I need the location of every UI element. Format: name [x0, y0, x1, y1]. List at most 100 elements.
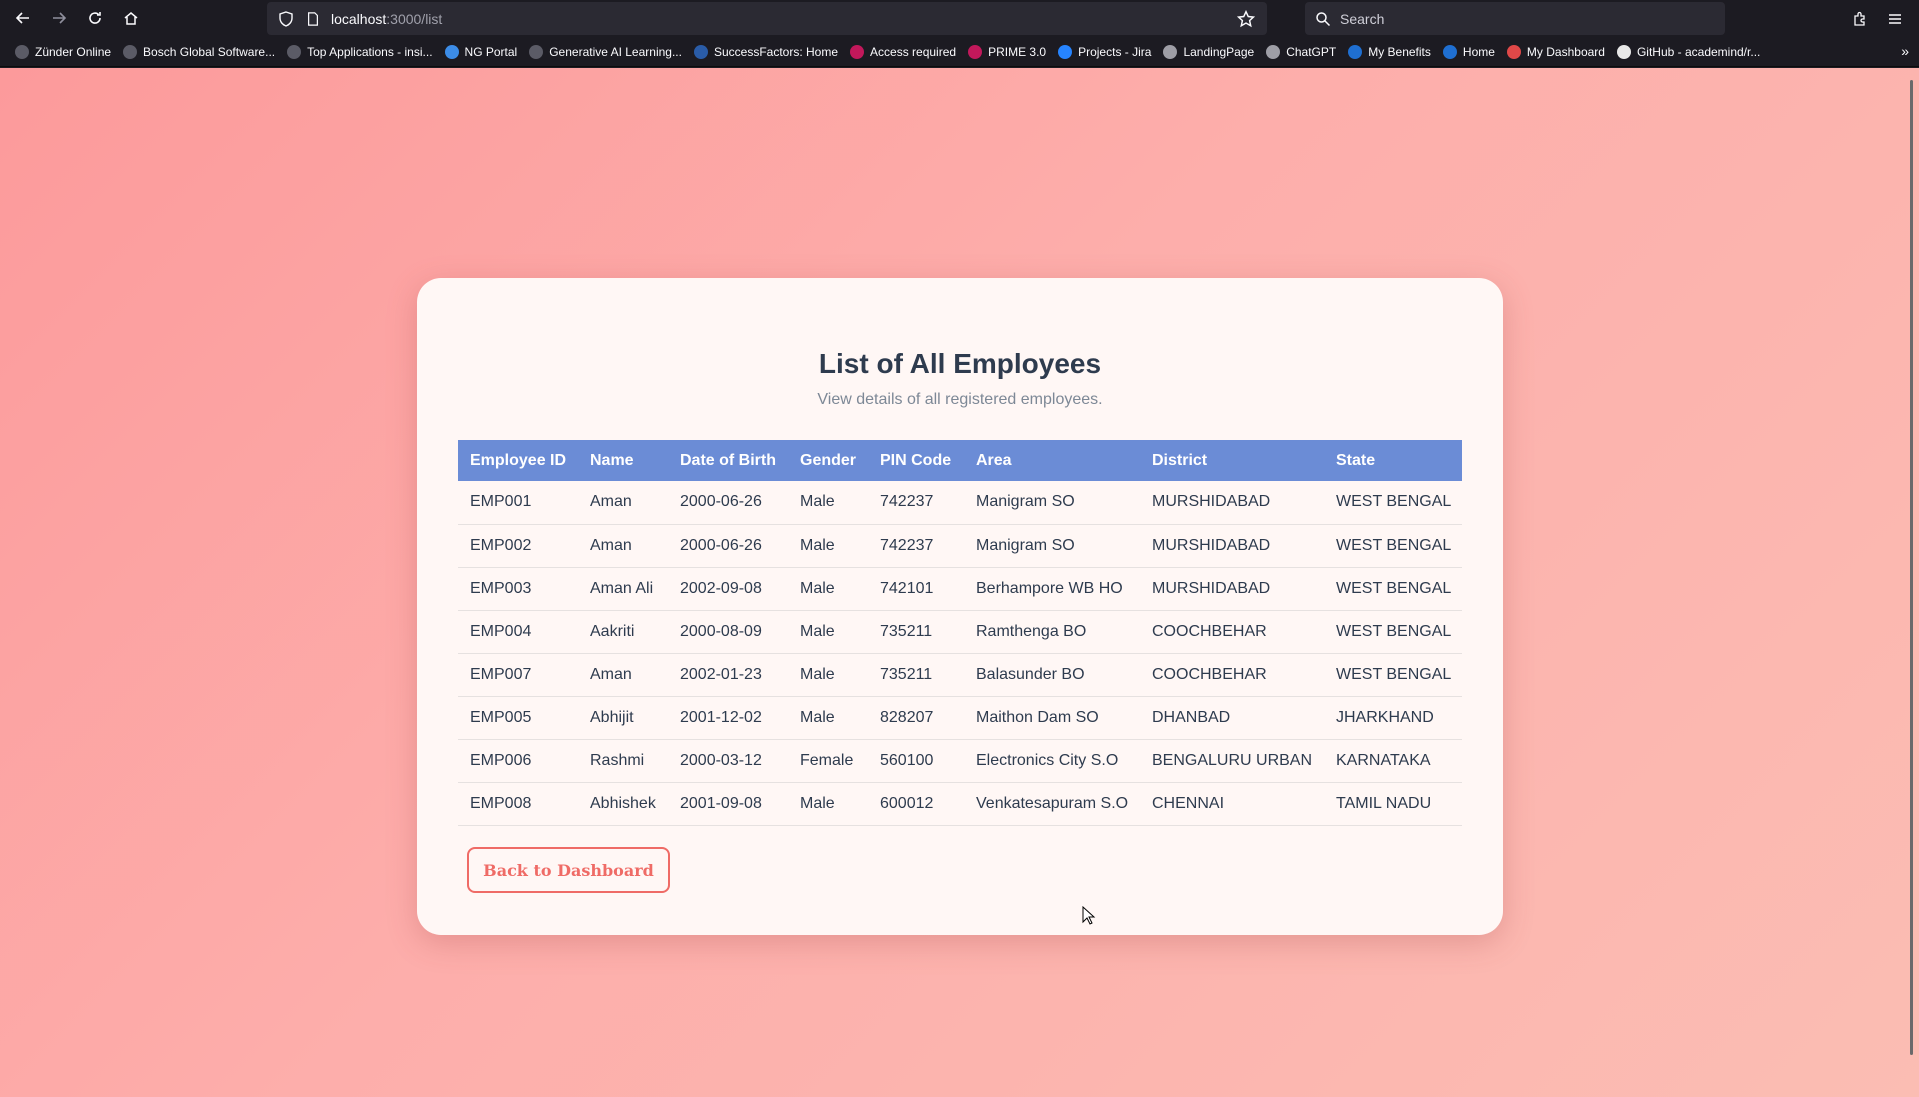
- back-arrow-icon[interactable]: [5, 3, 41, 33]
- table-cell: 828207: [868, 696, 964, 740]
- reload-icon[interactable]: [77, 3, 113, 33]
- table-cell: COOCHBEHAR: [1140, 653, 1324, 697]
- search-bar[interactable]: Search: [1305, 2, 1725, 35]
- column-header: Name: [590, 451, 634, 469]
- table-cell: Abhishek: [578, 782, 668, 826]
- search-icon: [1315, 11, 1331, 27]
- employee-table: Employee ID Name Date of Birth Gender PIN Co…: [458, 440, 1462, 826]
- menu-icon[interactable]: [1880, 4, 1910, 34]
- page-viewport: List of All Employees View details of al…: [0, 68, 1919, 1097]
- bookmark-item[interactable]: GitHub - academind/r...: [1611, 40, 1766, 64]
- back-to-dashboard-button[interactable]: Back to Dashboard: [467, 847, 670, 893]
- url-path: :3000/list: [386, 10, 443, 27]
- table-cell: MURSHIDABAD: [1140, 567, 1324, 611]
- bookmark-item[interactable]: Projects - Jira: [1052, 40, 1157, 64]
- table-cell: KARNATAKA: [1324, 739, 1462, 783]
- table-cell: COOCHBEHAR: [1140, 610, 1324, 654]
- table-cell: 2002-09-08: [668, 567, 788, 611]
- column-header: Date of Birth: [680, 451, 776, 469]
- bookmark-item[interactable]: Generative AI Learning...: [523, 40, 688, 64]
- table-cell: Aman: [578, 481, 668, 525]
- bookmark-label: PRIME 3.0: [988, 44, 1047, 59]
- url-bar[interactable]: localhost:3000/list: [267, 2, 1267, 35]
- table-row: EMP004 Aakriti 2000-08-09 Male 735211 Ramthen…: [458, 610, 1462, 654]
- forward-arrow-icon[interactable]: [41, 3, 77, 33]
- bookmark-item[interactable]: Zünder Online: [9, 40, 117, 64]
- table-cell: WEST BENGAL: [1324, 653, 1462, 697]
- table-cell: Manigram SO: [964, 524, 1140, 568]
- table-row: EMP006 Rashmi 2000-03-12 Female 560100 Electr…: [458, 739, 1462, 783]
- table-cell: WEST BENGAL: [1324, 567, 1462, 611]
- table-cell: EMP006: [458, 739, 578, 783]
- table-row: EMP008 Abhishek 2001-09-08 Male 600012 Venkat…: [458, 782, 1462, 826]
- bookmark-item[interactable]: ChatGPT: [1260, 40, 1342, 64]
- table-cell: Aakriti: [578, 610, 668, 654]
- bookmarks-overflow-icon[interactable]: »: [1901, 43, 1909, 59]
- extensions-icon[interactable]: [1845, 4, 1875, 34]
- bookmark-item[interactable]: My Benefits: [1342, 40, 1437, 64]
- table-cell: Berhampore WB HO: [964, 567, 1140, 611]
- bookmark-item[interactable]: Home: [1437, 40, 1501, 64]
- browser-toolbar: localhost:3000/list Search: [0, 0, 1919, 37]
- table-cell: Aman: [578, 524, 668, 568]
- table-cell: 742237: [868, 481, 964, 525]
- bookmark-item[interactable]: Access required: [844, 40, 962, 64]
- table-cell: Abhijit: [578, 696, 668, 740]
- column-header: Gender: [800, 451, 857, 469]
- scrollbar-thumb[interactable]: [1910, 80, 1913, 1055]
- scrollbar[interactable]: [1905, 68, 1919, 1097]
- table-cell: 2000-06-26: [668, 481, 788, 525]
- table-cell: 742101: [868, 567, 964, 611]
- table-cell: Male: [788, 696, 868, 740]
- table-cell: 2002-01-23: [668, 653, 788, 697]
- table-cell: 600012: [868, 782, 964, 826]
- bookmark-item[interactable]: Bosch Global Software...: [117, 40, 281, 64]
- table-cell: CHENNAI: [1140, 782, 1324, 826]
- bookmark-favicon-icon: [1616, 44, 1631, 59]
- home-icon[interactable]: [113, 3, 149, 33]
- column-header: Area: [976, 451, 1012, 469]
- bookmark-favicon-icon: [693, 44, 708, 59]
- table-cell: DHANBAD: [1140, 696, 1324, 740]
- table-cell: WEST BENGAL: [1324, 481, 1462, 525]
- url-text[interactable]: localhost:3000/list: [331, 11, 442, 27]
- bookmark-label: ChatGPT: [1286, 44, 1337, 59]
- bookmark-item[interactable]: My Dashboard: [1501, 40, 1611, 64]
- bookmark-label: LandingPage: [1183, 44, 1255, 59]
- table-row: EMP005 Abhijit 2001-12-02 Male 828207 Maithon…: [458, 696, 1462, 740]
- bookmark-item[interactable]: Top Applications - insi...: [281, 40, 438, 64]
- table-row: EMP003 Aman Ali 2002-09-08 Male 742101 Berham…: [458, 567, 1462, 611]
- page-subtitle: View details of all registered employees…: [817, 391, 1103, 408]
- bookmark-favicon-icon: [1348, 44, 1363, 59]
- table-cell: MURSHIDABAD: [1140, 524, 1324, 568]
- shield-icon[interactable]: [277, 10, 295, 28]
- bookmark-star-icon[interactable]: [1236, 9, 1256, 28]
- table-cell: Male: [788, 782, 868, 826]
- mouse-cursor-icon: [1082, 906, 1096, 925]
- page-title: List of All Employees: [818, 348, 1102, 379]
- table-cell: Female: [788, 739, 868, 783]
- table-cell: EMP005: [458, 696, 578, 740]
- bookmark-item[interactable]: NG Portal: [439, 40, 524, 64]
- bookmark-item[interactable]: SuccessFactors: Home: [688, 40, 844, 64]
- table-cell: Maithon Dam SO: [964, 696, 1140, 740]
- table-cell: Male: [788, 567, 868, 611]
- table-cell: 2000-06-26: [668, 524, 788, 568]
- table-cell: 2001-09-08: [668, 782, 788, 826]
- bookmark-label: Home: [1462, 44, 1495, 59]
- search-placeholder: Search: [1340, 10, 1385, 27]
- bookmark-item[interactable]: LandingPage: [1157, 40, 1260, 64]
- table-cell: 2001-12-02: [668, 696, 788, 740]
- table-cell: 2000-03-12: [668, 739, 788, 783]
- bookmark-favicon-icon: [1266, 44, 1281, 59]
- bookmark-favicon-icon: [968, 44, 983, 59]
- bookmark-item[interactable]: PRIME 3.0: [962, 40, 1052, 64]
- bookmark-favicon-icon: [15, 44, 29, 59]
- bookmark-label: Generative AI Learning...: [549, 44, 682, 59]
- table-cell: Venkatesapuram S.O: [964, 782, 1140, 826]
- table-row: EMP007 Aman 2002-01-23 Male 735211 Balasunder…: [458, 653, 1462, 697]
- table-row: EMP001 Aman 2000-06-26 Male 742237 Manigram S…: [458, 481, 1462, 525]
- table-row: EMP002 Aman 2000-06-26 Male 742237 Manigram S…: [458, 524, 1462, 568]
- bookmark-label: My Dashboard: [1526, 44, 1605, 59]
- bookmark-label: Projects - Jira: [1078, 44, 1152, 59]
